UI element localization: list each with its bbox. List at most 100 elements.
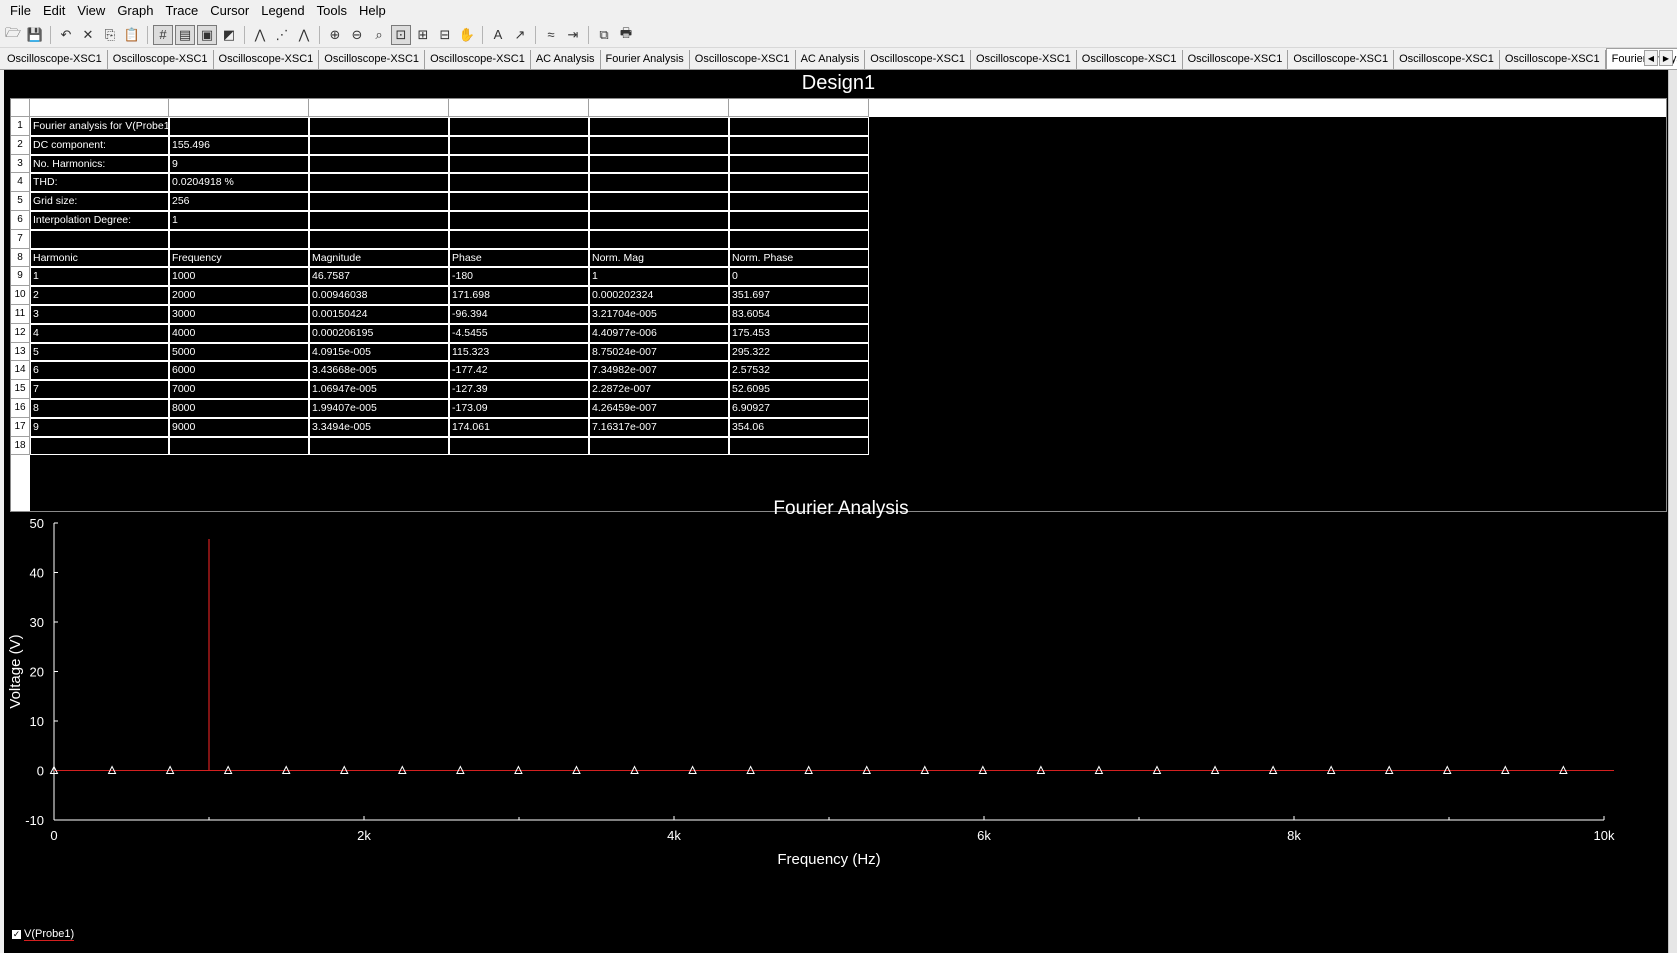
tab-oscilloscope-xsc1[interactable]: Oscilloscope-XSC1 <box>865 50 972 69</box>
zoom-y-icon[interactable]: ⊟ <box>435 25 455 45</box>
copy-icon[interactable]: ⎘ <box>100 25 120 45</box>
table-cell[interactable] <box>309 135 449 155</box>
row-number[interactable]: 1 <box>11 117 30 136</box>
table-cell[interactable]: 2.2872e-007 <box>589 380 729 399</box>
tab-ac-analysis[interactable]: AC Analysis <box>531 50 601 69</box>
table-cell[interactable]: 4.26459e-007 <box>589 399 729 418</box>
tab-scroll-left-icon[interactable]: ◀ <box>1644 50 1658 66</box>
table-cell[interactable]: 4.40977e-006 <box>589 323 729 343</box>
reverse-colors-icon[interactable]: ◩ <box>219 25 239 45</box>
tab-oscilloscope-xsc1[interactable]: Oscilloscope-XSC1 <box>1077 50 1183 69</box>
menu-legend[interactable]: Legend <box>255 0 310 22</box>
menu-file[interactable]: File <box>4 0 37 22</box>
table-cell[interactable]: Grid size: <box>30 192 169 211</box>
table-cell[interactable] <box>589 436 729 456</box>
zoom-area-icon[interactable]: ⌕ <box>369 25 389 45</box>
table-cell[interactable]: 1 <box>30 267 169 287</box>
table-cell[interactable] <box>589 135 729 155</box>
table-cell[interactable] <box>729 135 869 155</box>
cut-icon[interactable]: ✕ <box>78 25 98 45</box>
table-cell[interactable]: 0 <box>729 267 869 287</box>
table-cell[interactable] <box>589 192 729 211</box>
tab-oscilloscope-xsc1[interactable]: Oscilloscope-XSC1 <box>1500 50 1606 69</box>
table-cell[interactable] <box>309 211 449 230</box>
table-cell[interactable]: 8.75024e-007 <box>589 342 729 362</box>
table-cell[interactable]: -4.5455 <box>449 323 589 343</box>
table-cell[interactable]: 7.34982e-007 <box>589 361 729 381</box>
trace-points-icon[interactable]: ⋰ <box>272 25 292 45</box>
vertical-scrollbar[interactable] <box>1668 70 1677 953</box>
column-header-cell[interactable] <box>589 99 729 117</box>
table-cell[interactable]: 7 <box>30 380 169 399</box>
table-cell[interactable] <box>449 173 589 193</box>
table-cell[interactable]: DC component: <box>30 135 169 155</box>
black-white-icon[interactable]: ▣ <box>197 24 217 45</box>
zoom-in-icon[interactable]: ⊕ <box>325 25 345 45</box>
table-cell[interactable] <box>729 211 869 230</box>
table-cell[interactable] <box>729 154 869 174</box>
row-number[interactable]: 13 <box>11 342 30 362</box>
table-cell[interactable]: Fourier analysis for V(Probe1): <box>30 117 169 136</box>
table-cell[interactable] <box>729 436 869 456</box>
table-cell[interactable]: Harmonic <box>30 248 169 268</box>
row-number[interactable]: 5 <box>11 192 30 211</box>
tab-oscilloscope-xsc1[interactable]: Oscilloscope-XSC1 <box>214 50 320 69</box>
row-number[interactable]: 6 <box>11 211 30 230</box>
row-number[interactable]: 16 <box>11 399 30 418</box>
table-cell[interactable]: 1.99407e-005 <box>309 399 449 418</box>
table-cell[interactable]: 115.323 <box>449 342 589 362</box>
table-cell[interactable] <box>729 117 869 136</box>
table-cell[interactable]: 155.496 <box>169 135 309 155</box>
table-cell[interactable]: 4 <box>30 323 169 343</box>
zoom-x-icon[interactable]: ⊞ <box>413 25 433 45</box>
save-icon[interactable]: 💾 <box>25 25 45 45</box>
table-cell[interactable]: No. Harmonics: <box>30 154 169 174</box>
table-cell[interactable] <box>309 436 449 456</box>
table-cell[interactable]: 0.000206195 <box>309 323 449 343</box>
table-cell[interactable]: 171.698 <box>449 286 589 305</box>
tab-oscilloscope-xsc1[interactable]: Oscilloscope-XSC1 <box>1394 50 1500 69</box>
fourier-chart[interactable]: Fourier Analysis 50 40 30 20 10 0 -10 0 2k 4k 6k 8k 1… <box>4 498 1668 925</box>
grid-icon[interactable]: # <box>153 24 173 45</box>
table-cell[interactable]: 1 <box>169 211 309 230</box>
menu-trace[interactable]: Trace <box>159 0 204 22</box>
column-header-cell[interactable] <box>11 99 30 117</box>
menu-tools[interactable]: Tools <box>311 0 353 22</box>
table-cell[interactable]: 9 <box>169 154 309 174</box>
paste-icon[interactable]: 📋 <box>122 25 142 45</box>
table-cell[interactable]: 256 <box>169 192 309 211</box>
tab-fourier-analysis[interactable]: Fourier Analysis <box>601 50 690 69</box>
row-number[interactable]: 11 <box>11 305 30 324</box>
legend-checkbox[interactable]: ✓ <box>12 930 21 939</box>
table-cell[interactable]: Phase <box>449 248 589 268</box>
table-cell[interactable]: -177.42 <box>449 361 589 381</box>
tab-oscilloscope-xsc1[interactable]: Oscilloscope-XSC1 <box>2 50 108 69</box>
row-number[interactable]: 12 <box>11 323 30 343</box>
table-cell[interactable]: 0.00946038 <box>309 286 449 305</box>
row-number[interactable]: 4 <box>11 173 30 193</box>
table-cell[interactable] <box>309 173 449 193</box>
table-cell[interactable]: 0.000202324 <box>589 286 729 305</box>
menu-view[interactable]: View <box>71 0 111 22</box>
table-cell[interactable] <box>30 229 169 249</box>
table-cell[interactable] <box>729 229 869 249</box>
row-number[interactable]: 8 <box>11 248 30 268</box>
table-cell[interactable]: 3000 <box>169 305 309 324</box>
row-number[interactable]: 7 <box>11 229 30 249</box>
row-number[interactable]: 2 <box>11 135 30 155</box>
table-cell[interactable] <box>589 211 729 230</box>
table-cell[interactable] <box>169 436 309 456</box>
table-cell[interactable] <box>449 135 589 155</box>
table-cell[interactable]: Frequency <box>169 248 309 268</box>
table-cell[interactable]: 2000 <box>169 286 309 305</box>
table-cell[interactable]: 4.0915e-005 <box>309 342 449 362</box>
table-cell[interactable]: 6000 <box>169 361 309 381</box>
table-cell[interactable]: Norm. Phase <box>729 248 869 268</box>
column-header-cell[interactable] <box>30 99 169 117</box>
tab-oscilloscope-xsc1[interactable]: Oscilloscope-XSC1 <box>1183 50 1289 69</box>
tab-oscilloscope-xsc1[interactable]: Oscilloscope-XSC1 <box>971 50 1077 69</box>
table-cell[interactable]: 8000 <box>169 399 309 418</box>
table-cell[interactable] <box>729 192 869 211</box>
column-header-cell[interactable] <box>309 99 449 117</box>
table-cell[interactable]: 46.7587 <box>309 267 449 287</box>
